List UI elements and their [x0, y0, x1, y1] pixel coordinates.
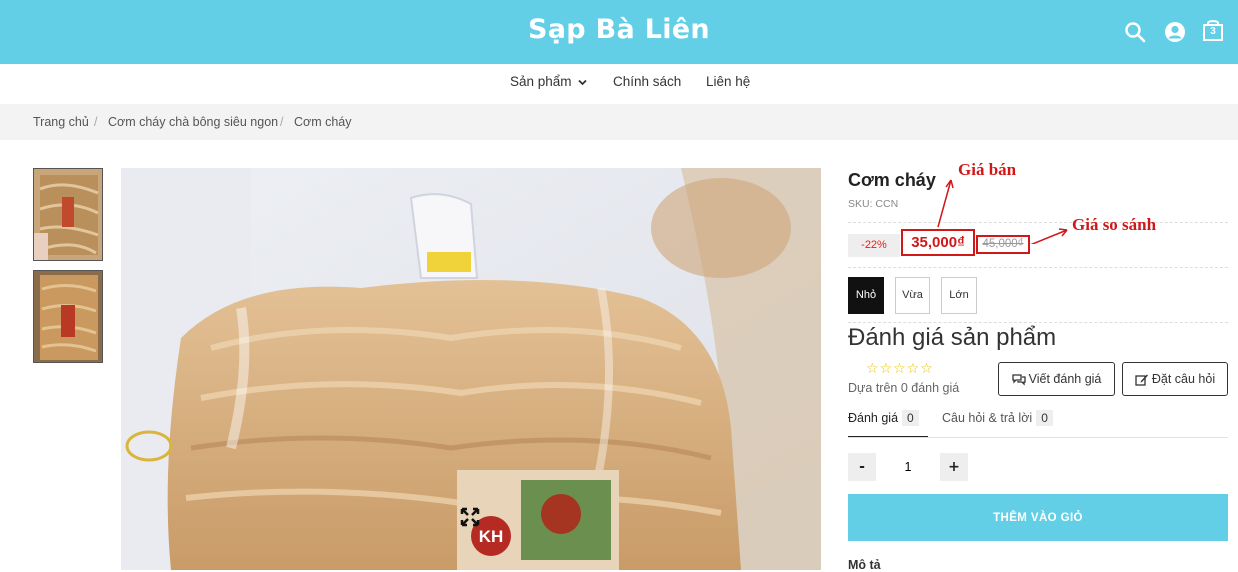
- variant-medium[interactable]: Vừa: [895, 277, 930, 314]
- write-review-label: Viết đánh giá: [1028, 372, 1102, 386]
- product-title: Cơm cháy: [848, 170, 936, 190]
- product-photo: [34, 169, 102, 260]
- breadcrumb-current: Cơm cháy: [294, 115, 352, 129]
- product-sku: SKU: CCN: [848, 198, 899, 210]
- account-icon[interactable]: [1163, 20, 1187, 44]
- tab-label: Đánh giá: [848, 411, 899, 425]
- product-photo: [34, 271, 102, 362]
- product-thumbnail-1[interactable]: [33, 168, 103, 261]
- chevron-down-icon: [578, 79, 587, 86]
- brand-logo: KH: [479, 527, 504, 546]
- quantity-decrease-button[interactable]: -: [848, 453, 876, 481]
- quantity-input[interactable]: [876, 453, 940, 481]
- site-header: Sạp Bà Liên 3: [0, 0, 1238, 64]
- variant-large[interactable]: Lớn: [941, 277, 977, 314]
- breadcrumb-collection[interactable]: Cơm cháy chà bông siêu ngon: [108, 115, 278, 129]
- annotation-arrows: [937, 179, 1068, 244]
- product-main-image[interactable]: KH: [121, 168, 821, 570]
- tab-label: Câu hỏi & trả lời: [942, 411, 1033, 425]
- add-to-cart-button[interactable]: THÊM VÀO GIỎ: [848, 494, 1228, 541]
- ask-question-label: Đặt câu hỏi: [1151, 372, 1216, 386]
- breadcrumb-separator: /: [280, 115, 284, 129]
- breadcrumb-separator: /: [94, 115, 98, 129]
- edit-icon: [1135, 374, 1148, 386]
- nav-item-products[interactable]: Sản phẩm: [510, 74, 587, 89]
- reviews-summary: Dựa trên 0 đánh giá: [848, 381, 960, 395]
- variant-small[interactable]: Nhỏ: [848, 277, 884, 314]
- tab-reviews[interactable]: Đánh giá 0: [848, 410, 928, 438]
- product-photo: KH: [121, 168, 821, 570]
- discount-badge: -22%: [848, 234, 900, 257]
- nav-item-policy[interactable]: Chính sách: [613, 74, 681, 89]
- product-thumbnail-2[interactable]: [33, 270, 103, 363]
- tab-count-badge: 0: [902, 410, 919, 426]
- reviews-title: Đánh giá sản phẩm: [848, 324, 1057, 351]
- main-nav: Sản phẩm Chính sách Liên hệ: [0, 64, 1238, 104]
- search-icon[interactable]: [1123, 20, 1147, 44]
- ask-question-button[interactable]: Đặt câu hỏi: [1122, 362, 1228, 396]
- nav-item-label: Sản phẩm: [510, 74, 572, 89]
- quantity-increase-button[interactable]: +: [940, 453, 968, 481]
- divider: [848, 322, 1228, 323]
- breadcrumb: Trang chủ / Cơm cháy chà bông siêu ngon …: [0, 104, 1238, 140]
- chat-bubbles-icon: [1011, 373, 1026, 386]
- tabs-underline: [848, 437, 1228, 438]
- divider: [848, 267, 1228, 268]
- write-review-button[interactable]: Viết đánh giá: [998, 362, 1115, 396]
- site-title[interactable]: Sạp Bà Liên: [0, 14, 1238, 45]
- annotation-compare-price: Giá so sánh: [1072, 215, 1157, 234]
- rating-stars: ☆☆☆☆☆: [866, 361, 934, 377]
- nav-item-contact[interactable]: Liên hệ: [706, 74, 750, 89]
- cart-count-badge: 3: [1210, 26, 1216, 37]
- breadcrumb-home[interactable]: Trang chủ: [33, 115, 89, 129]
- tab-questions[interactable]: Câu hỏi & trả lời 0: [942, 410, 1062, 438]
- tab-count-badge: 0: [1036, 410, 1053, 426]
- cart-button[interactable]: 3: [1202, 18, 1224, 42]
